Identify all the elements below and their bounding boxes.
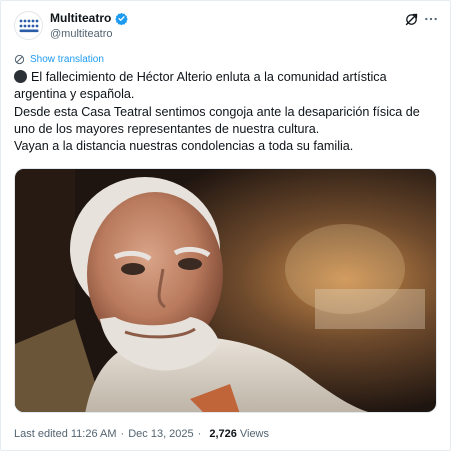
tweet-line: Desde esta Casa Teatral sentimos congoja… [14,104,420,119]
account-name[interactable]: Multiteatro [50,11,111,25]
black-circle-emoji [14,70,27,83]
meta-separator: · [197,428,202,440]
post-date[interactable]: Dec 13, 2025 [128,428,193,440]
more-options-button[interactable] [422,10,440,28]
tweet-line: El fallecimiento de Héctor Alterio enlut… [14,69,446,86]
tweet-line: Vayan a la distancia nuestras condolenci… [14,139,354,154]
edited-time[interactable]: Last edited 11:26 AM [14,428,117,440]
views-label: Views [239,428,270,440]
meta-separator: · [120,428,125,440]
avatar[interactable] [14,11,43,40]
show-translation-link[interactable]: Show translation [14,54,104,65]
globe-translate-icon [14,54,25,65]
portrait-image [15,169,436,412]
account-name-row[interactable]: Multiteatro [50,11,129,25]
tweet-card: Multiteatro @multiteatro Show translatio… [0,0,451,451]
multiteatro-logo-icon [19,19,38,32]
tweet-line: uno de los mayores representantes de nue… [14,121,320,136]
grok-button[interactable] [402,10,420,28]
views-count: 2,726 [209,428,237,440]
tweet-text: El fallecimiento de Héctor Alterio enlut… [14,69,446,155]
verified-badge-icon [115,12,129,25]
show-translation-label[interactable]: Show translation [30,54,104,65]
more-dots-icon [425,17,437,21]
tweet-line: argentina y española. [14,87,135,102]
account-handle[interactable]: @multiteatro [50,28,113,40]
tweet-photo[interactable] [14,168,437,413]
tweet-meta: Last edited 11:26 AM · Dec 13, 2025 · 2,… [14,428,269,440]
grok-icon [405,13,417,25]
